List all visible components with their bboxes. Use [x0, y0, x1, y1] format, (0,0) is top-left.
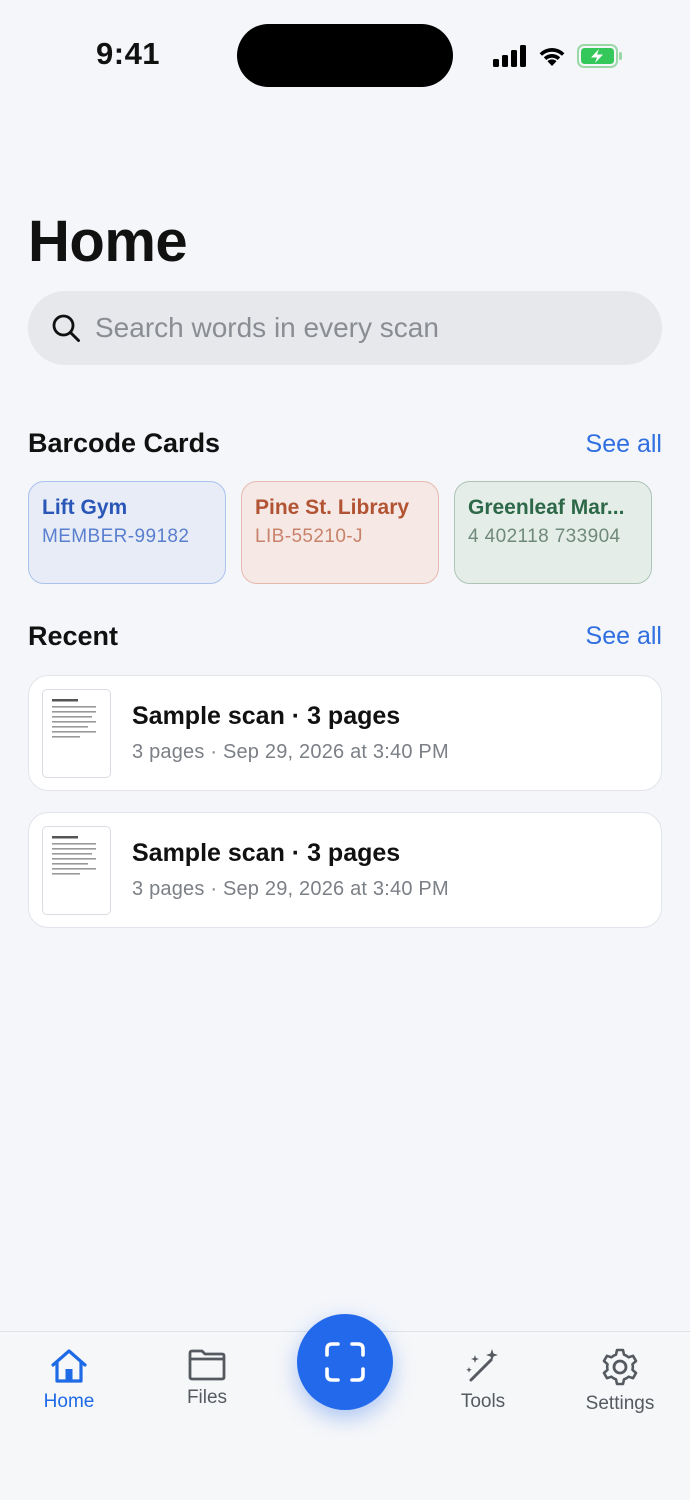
magic-wand-icon [466, 1349, 498, 1382]
scan-title: Sample scan · 3 pages [132, 702, 401, 730]
document-preview-icon [52, 835, 96, 875]
document-preview-icon [52, 698, 96, 738]
page-title: Home [28, 209, 188, 274]
tab-files-label: Files [186, 1387, 228, 1408]
scan-frame-icon [325, 1342, 365, 1382]
search-bar[interactable] [28, 291, 662, 365]
barcode-card-code: MEMBER-99182 [42, 526, 190, 547]
barcode-card-code: 4 402118 733904 [468, 526, 621, 547]
scan-thumbnail [42, 688, 111, 778]
barcode-see-all-link[interactable]: See all [586, 430, 662, 459]
cellular-signal-icon [493, 45, 526, 67]
search-icon [52, 314, 80, 342]
scan-title: Sample scan · 3 pages [132, 839, 401, 867]
dynamic-island [237, 24, 453, 87]
barcode-card[interactable]: Lift Gym MEMBER-99182 [28, 481, 226, 584]
barcode-card-name: Lift Gym [42, 496, 128, 519]
tab-home-label: Home [43, 1391, 95, 1412]
recent-scan-row[interactable]: Sample scan · 3 pages 3 pages · Sep 29, … [28, 812, 662, 928]
scan-subtitle: 3 pages · Sep 29, 2026 at 3:40 PM [132, 741, 449, 763]
barcode-card[interactable]: Greenleaf Mar... 4 402118 733904 [454, 481, 652, 584]
scan-subtitle: 3 pages · Sep 29, 2026 at 3:40 PM [132, 878, 449, 900]
folder-icon [188, 1349, 226, 1381]
battery-charging-icon [577, 44, 622, 68]
tab-home[interactable]: Home [9, 1347, 129, 1413]
recent-see-all-link[interactable]: See all [586, 622, 662, 651]
status-time: 9:41 [96, 36, 161, 71]
scan-button[interactable] [297, 1314, 393, 1410]
barcode-card-code: LIB-55210-J [255, 526, 363, 547]
barcode-card-name: Pine St. Library [255, 496, 410, 519]
barcode-card-list: Lift Gym MEMBER-99182 Pine St. Library L… [28, 481, 652, 584]
tab-files[interactable]: Files [147, 1347, 267, 1409]
barcode-card[interactable]: Pine St. Library LIB-55210-J [241, 481, 439, 584]
tab-tools-label: Tools [460, 1391, 506, 1412]
barcode-cards-heading: Barcode Cards [28, 428, 221, 458]
scan-thumbnail [42, 825, 111, 915]
tab-tools[interactable]: Tools [423, 1347, 543, 1413]
status-icons [493, 42, 623, 70]
barcode-card-name: Greenleaf Mar... [468, 496, 625, 519]
wifi-icon [539, 48, 565, 66]
home-icon [51, 1349, 87, 1383]
recent-heading: Recent [28, 621, 119, 651]
search-input[interactable] [95, 312, 615, 344]
tab-settings-label: Settings [585, 1393, 655, 1414]
tab-settings[interactable]: Settings [560, 1347, 680, 1415]
home-screen: 9:41 Home Barcode Cards See all [0, 0, 690, 1500]
gear-icon [602, 1348, 638, 1386]
recent-scan-row[interactable]: Sample scan · 3 pages 3 pages · Sep 29, … [28, 675, 662, 791]
